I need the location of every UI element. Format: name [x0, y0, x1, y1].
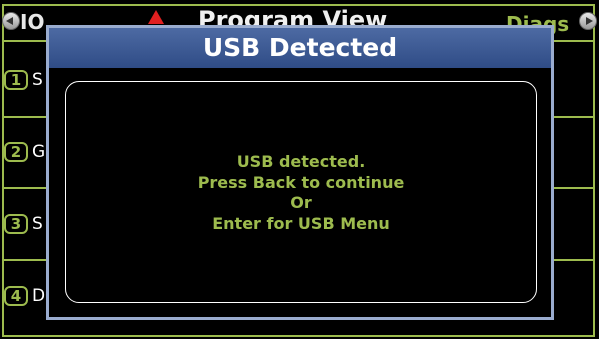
row-label-3: S	[32, 214, 43, 234]
message-line-2: Press Back to continue	[197, 172, 405, 192]
row-label-4: D	[32, 286, 46, 306]
warning-icon	[148, 10, 164, 24]
row-key-1[interactable]: 1	[4, 70, 28, 90]
row-key-3[interactable]: 3	[4, 214, 28, 234]
row-key-2[interactable]: 2	[4, 142, 28, 162]
dialog-title: USB Detected	[49, 28, 551, 68]
row-key-4[interactable]: 4	[4, 286, 28, 306]
dialog-message-box: USB detected. Press Back to continue Or …	[65, 81, 537, 303]
dialog-message: USB detected. Press Back to continue Or …	[66, 152, 536, 234]
row-label-2: G	[32, 142, 46, 162]
message-line-1: USB detected.	[236, 152, 366, 171]
usb-detected-dialog: USB Detected USB detected. Press Back to…	[46, 25, 554, 320]
message-line-3: Or	[290, 193, 312, 212]
message-line-4: Enter for USB Menu	[212, 213, 390, 233]
screen: IO Program View Diags 1 S 2 G 3 S 4 D US…	[0, 0, 599, 339]
row-label-1: S	[32, 70, 43, 90]
nav-right-arrow-icon[interactable]	[579, 12, 597, 30]
nav-left-arrow-icon[interactable]	[2, 12, 20, 30]
io-tab-label[interactable]: IO	[20, 10, 44, 34]
